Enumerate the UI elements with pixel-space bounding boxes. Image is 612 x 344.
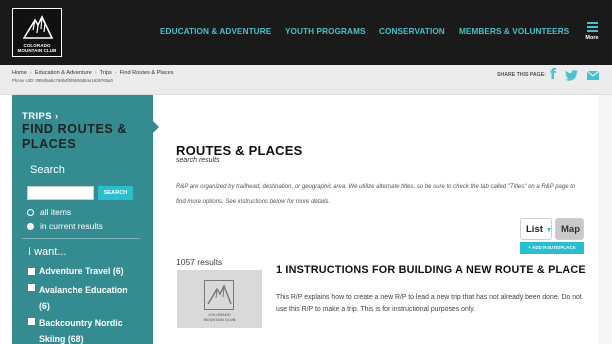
- radio-all-items[interactable]: [27, 209, 34, 216]
- thumbnail-text: COLORADO MOUNTAIN CLUB: [177, 313, 262, 322]
- result-title-link[interactable]: 1 INSTRUCTIONS FOR BUILDING A NEW ROUTE …: [276, 264, 586, 277]
- list-view-button[interactable]: List ▼: [520, 218, 552, 240]
- map-view-button[interactable]: Map: [555, 218, 584, 240]
- filter-count: (6): [39, 301, 50, 311]
- caret-down-icon: ▼: [545, 227, 553, 234]
- breadcrumb-education-adventure[interactable]: Education & Adventure: [35, 70, 92, 76]
- filter-label: Adventure Travel: [39, 266, 111, 276]
- logo-line-2: MOUNTAIN CLUB: [17, 48, 57, 53]
- phone-uid: Phone UID: 0894faabc769b4fbf9b06d84e1639…: [12, 78, 113, 83]
- breadcrumb: Home › Education & Adventure › Trips › Find Ro…: [12, 70, 174, 76]
- page-subtitle: search results: [176, 157, 220, 164]
- share-label: SHARE THIS PAGE:: [497, 72, 546, 78]
- add-route-place-button[interactable]: + ADD ROUTE/PLACE: [520, 242, 584, 254]
- sidebar-divider: [22, 238, 140, 239]
- intro-text: R&P are organized by trailhead, destinat…: [176, 184, 576, 205]
- results-count: 1057 results: [176, 257, 223, 267]
- nav-education-adventure[interactable]: EDUCATION & ADVENTURE: [160, 27, 271, 36]
- email-icon[interactable]: [587, 70, 600, 80]
- more-menu-button[interactable]: More: [578, 22, 606, 41]
- twitter-icon[interactable]: [565, 69, 579, 81]
- search-input[interactable]: [27, 186, 94, 200]
- chevron-right-icon: ›: [94, 70, 97, 76]
- radio-current-results[interactable]: [27, 223, 34, 230]
- result-thumbnail[interactable]: COLORADO MOUNTAIN CLUB: [177, 270, 262, 328]
- search-button[interactable]: SEARCH: [98, 186, 133, 200]
- filter-backcountry-nordic-skiing[interactable]: Backcountry Nordic Skiing (68): [39, 315, 143, 344]
- filter-adventure-travel[interactable]: Adventure Travel (6): [39, 266, 124, 277]
- result-description: This R/P explains how to create a new R/…: [276, 294, 582, 313]
- radio-current-results-label[interactable]: in current results: [40, 221, 103, 231]
- nav-conservation[interactable]: CONSERVATION: [379, 27, 445, 36]
- thumbnail-line-2: MOUNTAIN CLUB: [203, 317, 236, 322]
- sidebar-section-link[interactable]: TRIPS ›: [22, 111, 59, 122]
- sidebar-heading: FIND ROUTES & PLACES: [22, 122, 128, 151]
- radio-all-items-label[interactable]: all items: [40, 207, 71, 217]
- view-toggle: List ▼ Map: [520, 218, 584, 240]
- share-icons: f: [550, 68, 600, 82]
- logo-text: COLORADO MOUNTAIN CLUB: [13, 43, 61, 53]
- i-want-label: I want...: [28, 246, 67, 258]
- club-logo[interactable]: COLORADO MOUNTAIN CLUB: [12, 8, 62, 57]
- sidebar-pointer: [153, 121, 159, 133]
- mountain-logo-icon: [23, 15, 53, 39]
- filter-avalanche-education[interactable]: Avalanche Education (6): [39, 282, 139, 314]
- top-navigation-bar: COLORADO MOUNTAIN CLUB EDUCATION & ADVEN…: [0, 0, 612, 65]
- checkbox-avalanche-education[interactable]: [28, 284, 35, 291]
- filter-label: Avalanche Education: [39, 285, 128, 295]
- list-view-label: List: [526, 224, 543, 235]
- more-label: More: [585, 35, 599, 41]
- checkbox-backcountry-nordic-skiing[interactable]: [28, 318, 35, 325]
- breadcrumb-home[interactable]: Home: [12, 70, 27, 76]
- filter-count: (6): [112, 266, 124, 276]
- checkbox-adventure-travel[interactable]: [28, 268, 35, 275]
- chevron-right-icon: ›: [29, 70, 32, 76]
- facebook-icon[interactable]: f: [550, 68, 556, 82]
- breadcrumb-bar: Home › Education & Adventure › Trips › Find Ro…: [0, 65, 612, 95]
- nav-youth-programs[interactable]: YOUTH PROGRAMS: [285, 27, 366, 36]
- chevron-right-icon: ›: [114, 70, 117, 76]
- mountain-logo-icon: [204, 280, 234, 310]
- search-label: Search: [30, 164, 65, 176]
- hamburger-icon: [578, 22, 606, 32]
- breadcrumb-trips[interactable]: Trips: [100, 70, 112, 76]
- nav-members-volunteers[interactable]: MEMBERS & VOLUNTEERS: [459, 27, 569, 36]
- breadcrumb-current: Find Routes & Places: [119, 70, 174, 76]
- filter-count: (68): [67, 334, 84, 344]
- page-title: ROUTES & PLACES: [176, 143, 303, 158]
